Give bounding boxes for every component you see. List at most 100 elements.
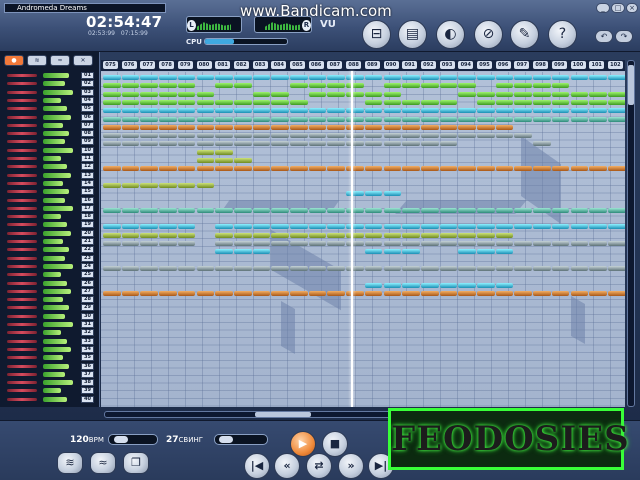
sample-block[interactable] [177, 133, 196, 139]
sample-block[interactable] [308, 166, 327, 172]
sample-block[interactable] [159, 141, 177, 147]
sample-block[interactable] [140, 108, 159, 114]
sample-block[interactable] [589, 207, 607, 213]
sample-block[interactable] [327, 207, 346, 213]
sample-block[interactable] [327, 141, 346, 147]
sample-block[interactable] [327, 133, 346, 139]
track-pan-bar[interactable] [43, 205, 73, 211]
track-number[interactable]: 02 [81, 80, 94, 88]
track-row[interactable]: 09 [3, 138, 95, 146]
sample-block[interactable] [495, 116, 514, 122]
track-volume-bar[interactable] [7, 314, 37, 318]
swing-slider[interactable] [214, 434, 268, 445]
sample-block[interactable] [308, 232, 327, 238]
sample-block[interactable] [458, 108, 476, 114]
sample-block[interactable] [589, 241, 607, 246]
sample-block[interactable] [177, 207, 196, 213]
sample-block[interactable] [308, 133, 327, 139]
track-pan-bar[interactable] [43, 230, 71, 236]
sample-block[interactable] [495, 75, 514, 80]
sample-block[interactable] [121, 166, 140, 172]
track-pan-bar[interactable] [43, 355, 63, 361]
sample-block[interactable] [383, 224, 402, 230]
sample-block[interactable] [140, 141, 159, 147]
sample-block[interactable] [233, 141, 252, 147]
sample-block[interactable] [495, 265, 514, 271]
sample-block[interactable] [252, 265, 271, 271]
bar-number[interactable]: 076 [121, 61, 137, 69]
sample-block[interactable] [458, 91, 476, 97]
sample-block[interactable] [364, 124, 383, 130]
sample-block[interactable] [121, 91, 140, 97]
sample-block[interactable] [290, 133, 308, 139]
sample-block[interactable] [607, 108, 625, 114]
sample-block[interactable] [177, 83, 196, 89]
sample-block[interactable] [290, 224, 308, 230]
track-row[interactable]: 05 [3, 105, 95, 113]
track-number[interactable]: 29 [81, 304, 94, 312]
track-row[interactable]: 14 [3, 179, 95, 187]
track-volume-bar[interactable] [7, 98, 37, 102]
sample-block[interactable] [383, 282, 402, 288]
tools-icon[interactable]: ✎ [510, 20, 539, 49]
sample-block[interactable] [233, 241, 252, 246]
track-row[interactable]: 19 [3, 221, 95, 229]
style-tab[interactable]: ● [4, 55, 24, 66]
vertical-scrollbar[interactable] [627, 60, 635, 407]
track-volume-bar[interactable] [7, 281, 37, 285]
sample-block[interactable] [215, 290, 233, 296]
track-number[interactable]: 16 [81, 196, 94, 204]
sample-block[interactable] [215, 232, 233, 238]
sample-block[interactable] [533, 141, 551, 147]
sample-block[interactable] [495, 91, 514, 97]
sample-block[interactable] [514, 75, 533, 80]
track-volume-bar[interactable] [7, 198, 37, 202]
sample-block[interactable] [252, 241, 271, 246]
track-volume-bar[interactable] [7, 356, 37, 360]
sample-block[interactable] [290, 124, 308, 130]
sample-block[interactable] [533, 116, 551, 122]
sample-block[interactable] [439, 282, 458, 288]
track-pan-bar[interactable] [43, 189, 69, 195]
sample-block[interactable] [533, 108, 551, 114]
sample-block[interactable] [346, 83, 364, 89]
sample-block[interactable] [233, 265, 252, 271]
track-volume-bar[interactable] [7, 306, 37, 310]
track-volume-bar[interactable] [7, 165, 37, 169]
sample-block[interactable] [327, 75, 346, 80]
sample-block[interactable] [551, 75, 570, 80]
sample-block[interactable] [514, 166, 533, 172]
sample-block[interactable] [589, 108, 607, 114]
track-number[interactable]: 30 [81, 312, 94, 320]
sample-block[interactable] [233, 124, 252, 130]
track-volume-bar[interactable] [7, 140, 37, 144]
sample-block[interactable] [290, 232, 308, 238]
track-volume-bar[interactable] [7, 132, 37, 136]
sample-block[interactable] [402, 232, 420, 238]
track-pan-bar[interactable] [43, 330, 61, 336]
track-volume-bar[interactable] [7, 181, 37, 185]
sample-block[interactable] [290, 83, 308, 89]
sample-block[interactable] [290, 116, 308, 122]
sample-block[interactable] [364, 282, 383, 288]
sample-block[interactable] [402, 241, 420, 246]
sample-block[interactable] [252, 207, 271, 213]
sample-block[interactable] [121, 83, 140, 89]
track-number[interactable]: 05 [81, 105, 94, 113]
track-number[interactable]: 04 [81, 96, 94, 104]
sample-block[interactable] [159, 290, 177, 296]
bar-number[interactable]: 099 [551, 61, 567, 69]
sample-block[interactable] [383, 191, 402, 197]
sample-block[interactable] [103, 99, 121, 105]
sample-block[interactable] [346, 166, 364, 172]
track-row[interactable]: 26 [3, 279, 95, 287]
sample-block[interactable] [533, 83, 551, 89]
track-row[interactable]: 16 [3, 196, 95, 204]
sample-block[interactable] [607, 99, 625, 105]
sample-block[interactable] [215, 224, 233, 230]
track-pan-bar[interactable] [43, 239, 63, 244]
sample-block[interactable] [196, 108, 215, 114]
sample-block[interactable] [290, 241, 308, 246]
sample-block[interactable] [477, 166, 495, 172]
sample-block[interactable] [327, 232, 346, 238]
